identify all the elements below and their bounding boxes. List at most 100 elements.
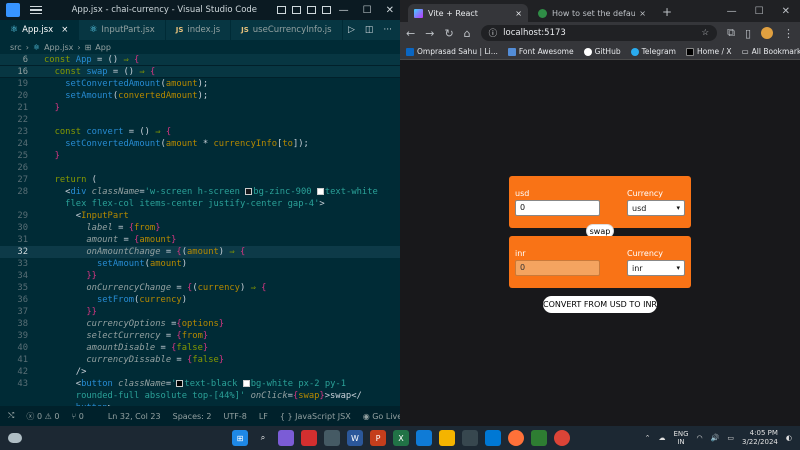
code-line: 29 <InputPart bbox=[17, 211, 129, 221]
code-line: 36 setFrom(currency) bbox=[17, 295, 188, 305]
tab-usecurrencyinfo-js[interactable]: JS useCurrencyInfo.js bbox=[231, 20, 343, 40]
start-icon[interactable]: ⊞ bbox=[232, 430, 248, 446]
tab-inputpart-jsx[interactable]: ⚛ InputPart.jsx bbox=[79, 20, 166, 40]
weather-icon[interactable] bbox=[8, 433, 22, 443]
notification-center-icon[interactable]: ◐ bbox=[786, 434, 792, 442]
app-icon[interactable] bbox=[301, 430, 317, 446]
to-currency-select[interactable]: inr ▾ bbox=[627, 260, 685, 276]
problems-indicator[interactable]: ⓧ 0 ⚠ 0 bbox=[26, 411, 59, 422]
close-icon[interactable]: ✕ bbox=[386, 5, 394, 16]
site-info-icon[interactable]: ⓘ bbox=[489, 27, 498, 39]
eol[interactable]: LF bbox=[259, 412, 268, 421]
convert-button[interactable]: CONVERT FROM USD TO INR bbox=[543, 296, 657, 313]
search-icon[interactable]: ⌕ bbox=[255, 430, 271, 446]
vscode-taskbar-icon[interactable] bbox=[485, 430, 501, 446]
new-tab-icon[interactable]: + bbox=[656, 5, 678, 22]
cloud-icon[interactable]: ☁ bbox=[658, 434, 665, 442]
ports-indicator[interactable]: ⑂ 0 bbox=[71, 412, 83, 421]
forward-icon[interactable]: → bbox=[425, 27, 434, 40]
bookmark-github[interactable]: GitHub bbox=[583, 47, 621, 56]
customize-layout-icon[interactable] bbox=[321, 6, 331, 14]
code-line: 25 } bbox=[17, 151, 60, 161]
home-icon[interactable]: ⌂ bbox=[464, 27, 471, 40]
bookmark-star-icon[interactable]: ☆ bbox=[701, 28, 709, 38]
wifi-icon[interactable]: ◠ bbox=[697, 434, 703, 442]
extensions-icon[interactable]: ⧉ bbox=[727, 26, 735, 40]
store-icon[interactable] bbox=[462, 430, 478, 446]
encoding[interactable]: UTF-8 bbox=[223, 412, 246, 421]
gfg-favicon-icon bbox=[538, 8, 547, 18]
minimize-icon[interactable]: — bbox=[727, 6, 737, 17]
code-line: 27 return ( bbox=[17, 175, 97, 185]
code-line: 19 setConvertedAmount(amount); bbox=[17, 79, 209, 89]
code-line: 37 }} bbox=[17, 307, 97, 317]
to-currency-label: Currency bbox=[627, 249, 664, 258]
indentation[interactable]: Spaces: 2 bbox=[173, 412, 212, 421]
clock[interactable]: 4:05 PM 3/22/2024 bbox=[742, 429, 778, 447]
edge-icon[interactable] bbox=[416, 430, 432, 446]
split-editor-icon[interactable]: ◫ bbox=[365, 25, 374, 35]
minimize-icon[interactable]: — bbox=[339, 5, 349, 16]
language-indicator[interactable]: ENG IN bbox=[673, 430, 688, 446]
from-amount-input[interactable]: 0 bbox=[515, 200, 600, 216]
firefox-icon[interactable] bbox=[508, 430, 524, 446]
chrome-icon[interactable] bbox=[554, 430, 570, 446]
toggle-sidebar-icon[interactable] bbox=[276, 6, 286, 14]
side-panel-icon[interactable]: ▯ bbox=[745, 27, 751, 40]
hamburger-menu-icon[interactable] bbox=[30, 5, 42, 15]
close-tab-icon[interactable]: × bbox=[515, 9, 522, 18]
reload-icon[interactable]: ↻ bbox=[444, 27, 453, 40]
code-line: 26 bbox=[17, 163, 28, 173]
maximize-icon[interactable]: ☐ bbox=[755, 6, 764, 17]
tab-vite-react[interactable]: Vite + React × bbox=[408, 4, 528, 22]
maximize-icon[interactable]: ☐ bbox=[363, 5, 372, 16]
word-icon[interactable]: W bbox=[347, 430, 363, 446]
back-icon[interactable]: ← bbox=[406, 27, 415, 40]
to-label: inr bbox=[515, 249, 526, 258]
more-actions-icon[interactable]: ··· bbox=[383, 25, 392, 35]
breadcrumb-symbol[interactable]: App bbox=[95, 43, 111, 52]
from-currency-select[interactable]: usd ▾ bbox=[627, 200, 685, 216]
avatar[interactable] bbox=[761, 27, 773, 39]
volume-icon[interactable]: 🔊 bbox=[711, 434, 720, 442]
run-icon[interactable]: ▷ bbox=[348, 25, 355, 35]
close-icon[interactable]: ✕ bbox=[782, 6, 790, 17]
vscode-logo-icon bbox=[6, 3, 20, 17]
breadcrumb-file[interactable]: App.jsx bbox=[44, 43, 73, 52]
go-live-button[interactable]: ◉ Go Live bbox=[363, 412, 400, 421]
to-amount-input[interactable]: 0 bbox=[515, 260, 600, 276]
bookmark-telegram[interactable]: Telegram bbox=[630, 47, 676, 56]
all-bookmarks[interactable]: ▭ All Bookmarks bbox=[742, 47, 800, 56]
component-icon: ⊞ bbox=[84, 42, 92, 52]
toggle-panel-icon[interactable] bbox=[291, 6, 301, 14]
close-tab-icon[interactable]: × bbox=[61, 25, 68, 35]
remote-icon[interactable]: ⤭ bbox=[8, 411, 14, 421]
toggle-secondary-sidebar-icon[interactable] bbox=[306, 6, 316, 14]
excel-icon[interactable]: X bbox=[393, 430, 409, 446]
code-line: 31 amount = {amount} bbox=[17, 235, 177, 245]
bookmark-font-awesome[interactable]: Font Awesome bbox=[507, 47, 574, 56]
code-editor[interactable]: 6 const App = () ⇒ { 16 const swap = () ⇒… bbox=[0, 54, 400, 413]
file-explorer-icon[interactable] bbox=[439, 430, 455, 446]
breadcrumb-folder[interactable]: src bbox=[10, 43, 22, 52]
vite-favicon-icon bbox=[414, 8, 423, 18]
code-line: flex flex-col items-center justify-cente… bbox=[44, 199, 325, 209]
battery-icon[interactable]: ▭ bbox=[727, 434, 734, 442]
close-tab-icon[interactable]: × bbox=[639, 9, 646, 18]
app-green-icon[interactable] bbox=[531, 430, 547, 446]
chrome-menu-icon[interactable]: ⋮ bbox=[783, 27, 794, 40]
tab-index-js[interactable]: JS index.js bbox=[166, 20, 232, 40]
bookmark-x[interactable]: Home / X bbox=[685, 47, 732, 56]
to-currency-card: inr Currency 0 inr ▾ bbox=[509, 236, 691, 288]
address-bar[interactable]: ⓘ localhost:5173 ☆ bbox=[480, 25, 718, 41]
terminal-icon[interactable] bbox=[324, 430, 340, 446]
cursor-position[interactable]: Ln 32, Col 23 bbox=[108, 412, 161, 421]
language-mode[interactable]: { } JavaScript JSX bbox=[280, 412, 351, 421]
react-icon: ⚛ bbox=[10, 25, 19, 35]
powerpoint-icon[interactable]: P bbox=[370, 430, 386, 446]
teams-icon[interactable] bbox=[278, 430, 294, 446]
show-hidden-icons[interactable]: ⌃ bbox=[645, 434, 651, 442]
tab-app-jsx[interactable]: ⚛ App.jsx × bbox=[0, 20, 80, 40]
tab-gfg[interactable]: How to set the default value fo × bbox=[532, 4, 652, 22]
bookmark-linkedin[interactable]: Omprasad Sahu | Li... bbox=[406, 47, 498, 56]
